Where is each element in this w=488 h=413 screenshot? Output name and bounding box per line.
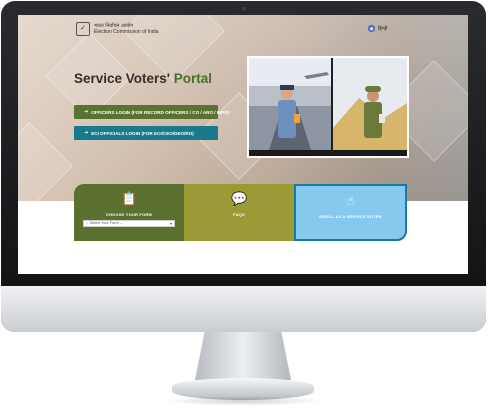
form-select-value: -- Select Your Form --: [86, 221, 123, 225]
login-arrow-icon: ➜: [84, 130, 89, 136]
video-frame[interactable]: [249, 58, 407, 156]
eci-emblem-icon: ✓: [76, 22, 90, 36]
officer-card: [294, 114, 300, 123]
video-control-bar[interactable]: [249, 150, 407, 156]
page-title: Service Voters' Portal: [74, 71, 212, 86]
hero-banner: ✓ भारत निर्वाचन आयोग Election Commission…: [18, 15, 468, 210]
login-arrow-icon: ➜: [84, 109, 89, 115]
globe-icon: ◉: [368, 25, 375, 32]
quick-actions: 📋 CHOOSE YOUR FORM -- Select Your Form -…: [74, 184, 407, 241]
monitor-stand: [195, 332, 291, 380]
clipboard-icon: 📋: [121, 192, 138, 207]
eci-login-label: ECI OFFICIALS LOGIN (FOR ECI/CEO/DEO/RO): [91, 130, 194, 136]
enrol-label: ENROL AS A SERVICE VOTER: [319, 214, 382, 219]
background-tile: [18, 122, 73, 210]
choose-form-label: CHOOSE YOUR FORM: [105, 212, 153, 217]
title-accent: Portal: [173, 71, 213, 86]
officer-cap: [280, 85, 294, 90]
language-label: हिन्दी: [378, 25, 388, 32]
eci-logo[interactable]: ✓ भारत निर्वाचन आयोग Election Commission…: [76, 22, 158, 36]
video-player[interactable]: [247, 56, 409, 158]
form-select-dropdown[interactable]: -- Select Your Form -- ▾: [83, 220, 175, 227]
language-toggle[interactable]: ◉ हिन्दी: [368, 25, 387, 32]
webcam: [242, 7, 246, 11]
soldier-helmet: [365, 86, 381, 92]
soldier-card: [379, 114, 385, 123]
org-name-english: Election Commission of India: [94, 29, 159, 35]
faqs-label: FAQS: [233, 212, 245, 217]
stand-shadow: [162, 396, 324, 406]
choose-form-card[interactable]: 📋 CHOOSE YOUR FORM -- Select Your Form -…: [74, 184, 184, 241]
officers-login-button[interactable]: ➜ OFFICERS LOGIN (FOR RECORD OFFICERS / …: [74, 105, 229, 119]
faqs-card[interactable]: 💬 FAQS: [184, 184, 294, 241]
chevron-down-icon: ▾: [169, 221, 172, 226]
screen: ✓ भारत निर्वाचन आयोग Election Commission…: [18, 15, 468, 274]
video-illustration: [249, 58, 407, 150]
monitor-chin: [1, 286, 486, 332]
title-main: Service Voters': [74, 71, 171, 86]
enrol-card[interactable]: ☝ ENROL AS A SERVICE VOTER: [294, 184, 407, 241]
officer-uniform: [278, 100, 296, 138]
officers-login-label: OFFICERS LOGIN (FOR RECORD OFFICERS / CO…: [91, 109, 230, 115]
hand-pointer-icon: ☝: [346, 194, 355, 209]
eci-officials-login-button[interactable]: ➜ ECI OFFICIALS LOGIN (FOR ECI/CEO/DEO/R…: [74, 126, 218, 140]
video-divider: [331, 58, 333, 156]
chat-bubble-icon: 💬: [231, 192, 248, 207]
